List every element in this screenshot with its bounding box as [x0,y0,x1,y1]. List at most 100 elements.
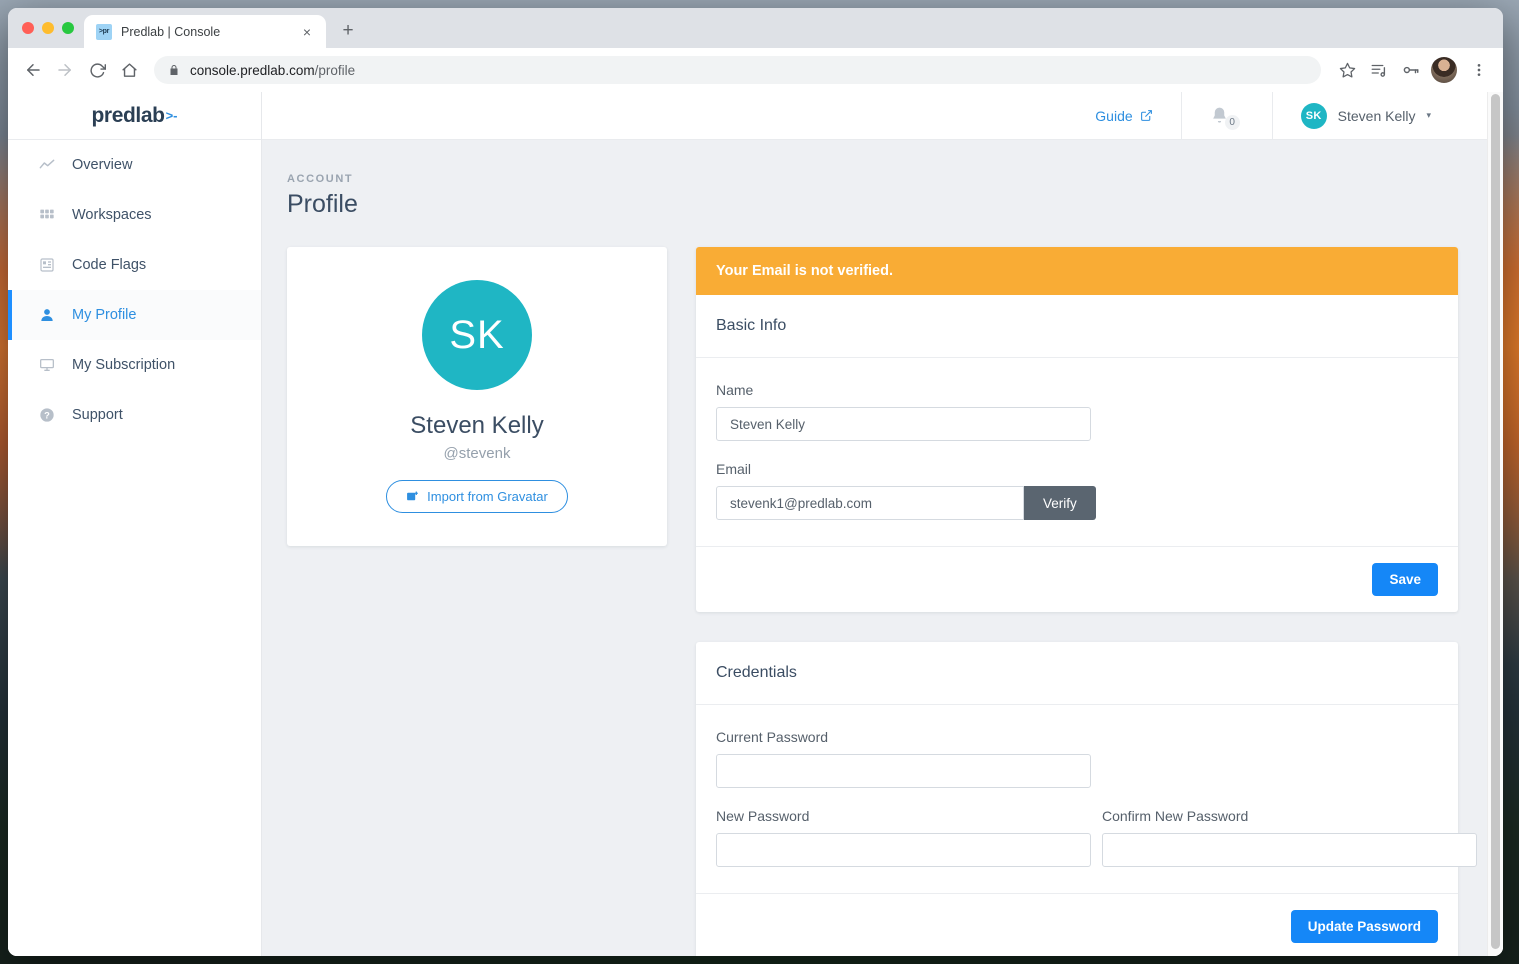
avatar: SK [1300,102,1327,129]
tab-title: Predlab | Console [121,24,221,39]
sidebar-item-my-profile[interactable]: My Profile [8,290,261,340]
sidebar-item-my-subscription[interactable]: My Subscription [8,340,261,390]
browser-window: >pr Predlab | Console × + console.predla… [8,8,1503,956]
home-icon[interactable] [114,55,144,85]
credentials-body: Current Password New Password Confirm Ne… [696,705,1477,893]
basic-info-heading: Basic Info [696,295,1458,358]
forward-arrow-icon[interactable] [50,55,80,85]
browser-toolbar: console.predlab.com/profile [8,48,1503,92]
sidebar-item-label: Support [72,407,123,423]
forms-column: Your Email is not verified. Basic Info N… [696,247,1477,956]
sidebar-item-label: Workspaces [72,207,152,223]
sidebar-item-label: Overview [72,157,133,173]
sidebar-item-overview[interactable]: Overview [8,140,261,190]
monitor-icon [38,357,55,374]
credentials-card: Credentials Current Password New Passwor… [696,642,1477,956]
sidebar-item-workspaces[interactable]: Workspaces [8,190,261,240]
current-password-label: Current Password [716,729,829,745]
profile-handle: @stevenk [443,445,511,462]
address-bar[interactable]: console.predlab.com/profile [154,56,1321,84]
key-icon[interactable] [1397,56,1425,84]
url-host: console.predlab.com [190,62,315,78]
name-input[interactable] [716,407,1091,441]
sidebar-item-label: Code Flags [72,257,147,273]
guide-link[interactable]: Guide [1095,108,1180,124]
breadcrumb: ACCOUNT [287,173,354,185]
maximize-window-button[interactable] [62,22,74,34]
sidebar-item-label: My Subscription [72,357,176,373]
line-chart-icon [38,157,55,174]
guide-label: Guide [1095,107,1133,124]
browser-profile-avatar[interactable] [1431,57,1457,83]
credentials-footer: Update Password [696,893,1458,956]
notifications-button[interactable]: 0 [1180,92,1273,139]
confirm-password-input[interactable] [1102,833,1477,867]
new-tab-button[interactable]: + [334,17,362,45]
url-path: /profile [314,62,356,78]
browser-tab-strip: >pr Predlab | Console × + [8,8,1503,48]
current-password-input[interactable] [716,754,1091,788]
verify-email-button[interactable]: Verify [1024,486,1096,520]
three-dot-menu-icon[interactable] [1465,56,1493,84]
email-label: Email [716,461,752,477]
import-from-gravatar-button[interactable]: Import from Gravatar [386,480,568,513]
update-password-button[interactable]: Update Password [1290,910,1438,943]
reload-icon[interactable] [82,55,112,85]
close-window-button[interactable] [22,22,34,34]
media-list-icon[interactable] [1365,56,1393,84]
svg-text:?: ? [44,410,50,420]
app-sidebar: predlab >- Overview Workspaces Code Flags [8,92,262,956]
grid-icon [38,207,55,224]
minimize-window-button[interactable] [42,22,54,34]
sidebar-item-code-flags[interactable]: Code Flags [8,240,261,290]
sidebar-item-support[interactable]: ? Support [8,390,261,440]
notification-count-badge: 0 [1224,115,1240,130]
credentials-heading: Credentials [696,642,1458,705]
gravatar-button-label: Import from Gravatar [427,489,548,504]
chevron-down-icon: ▾ [1426,110,1431,120]
email-field-row: Email Verify [716,461,1438,520]
save-button[interactable]: Save [1372,563,1438,596]
logo-text: predlab [91,103,165,127]
basic-info-footer: Save [696,546,1458,612]
browser-tab[interactable]: >pr Predlab | Console × [84,15,326,48]
new-password-label: New Password [716,808,810,824]
lock-icon [168,64,180,76]
email-input[interactable] [716,486,1024,520]
sidebar-item-label: My Profile [72,307,137,323]
basic-info-body: Name Email Verify [696,358,1458,546]
window-traffic-lights [20,8,84,48]
user-name-label: Steven Kelly [1337,107,1416,124]
page-viewport: predlab >- Overview Workspaces Code Flags [8,92,1503,956]
current-password-row: Current Password [716,729,1438,788]
favicon-icon: >pr [96,23,112,40]
page-content: ACCOUNT Profile SK Steven Kelly @stevenk… [262,140,1503,956]
email-verification-alert: Your Email is not verified. [696,247,1458,295]
profile-avatar: SK [422,280,532,390]
name-field-row: Name [716,382,1438,441]
profile-name: Steven Kelly [410,412,544,439]
logo-mark: >- [165,108,178,123]
question-circle-icon: ? [38,407,55,424]
name-label: Name [716,382,754,398]
page-scrollbar[interactable] [1487,92,1503,956]
basic-info-card: Your Email is not verified. Basic Info N… [696,247,1458,612]
star-icon[interactable] [1333,56,1361,84]
flags-list-icon [38,257,55,274]
profile-grid: SK Steven Kelly @stevenk Import from Gra… [287,247,1477,956]
page-title: Profile [287,190,358,218]
confirm-password-label: Confirm New Password [1102,808,1249,824]
page-scrollbar-thumb[interactable] [1491,94,1500,949]
new-password-input[interactable] [716,833,1091,867]
back-arrow-icon[interactable] [18,55,48,85]
app-logo[interactable]: predlab >- [8,92,261,140]
new-password-row: New Password Confirm New Password [716,808,1477,867]
confirm-password-col: Confirm New Password [1102,808,1477,867]
person-icon [38,307,55,324]
close-icon[interactable]: × [298,23,316,41]
profile-card: SK Steven Kelly @stevenk Import from Gra… [287,247,667,546]
external-link-icon [1140,109,1153,122]
user-menu[interactable]: SK Steven Kelly ▾ [1273,102,1431,129]
image-import-icon [406,490,419,503]
app-topbar: Guide 0 SK Steven Kelly ▾ [262,92,1503,140]
